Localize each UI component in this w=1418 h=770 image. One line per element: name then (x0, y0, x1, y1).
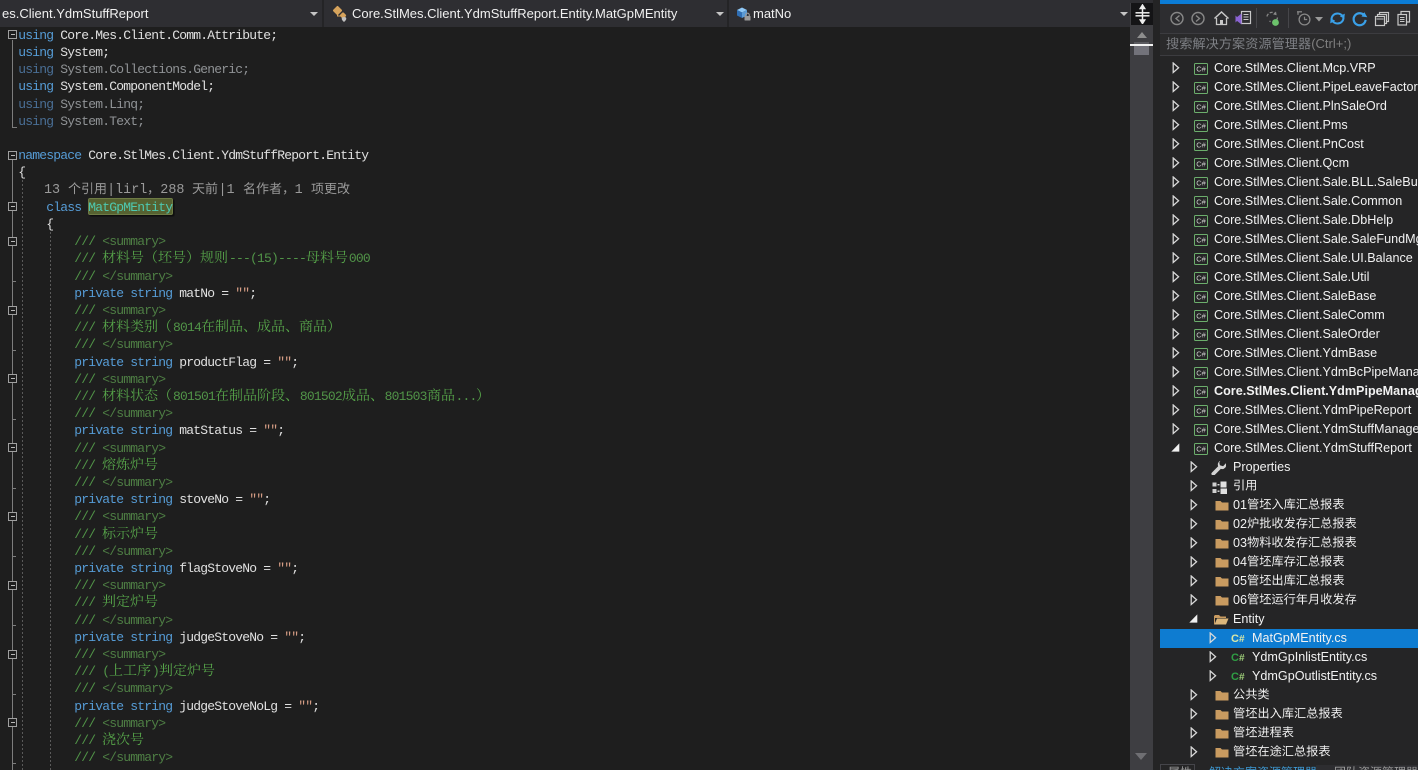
svg-text:C#: C# (1196, 64, 1206, 73)
svg-text:C#: C# (1196, 444, 1206, 453)
svg-text:#: # (1239, 653, 1245, 663)
svg-text:C#: C# (1196, 197, 1206, 206)
svg-text:C#: C# (1196, 159, 1206, 168)
svg-text:C#: C# (1196, 83, 1206, 92)
svg-text:C#: C# (1196, 178, 1206, 187)
svg-text:C#: C# (1196, 140, 1206, 149)
svg-text:C#: C# (1196, 121, 1206, 130)
svg-text:C#: C# (1196, 235, 1206, 244)
svg-text:C#: C# (1196, 311, 1206, 320)
svg-text:C#: C# (1196, 216, 1206, 225)
svg-text:C: C (1231, 652, 1239, 663)
svg-text:C: C (1231, 671, 1239, 682)
svg-text:C: C (1231, 633, 1239, 644)
svg-text:C#: C# (1196, 254, 1206, 263)
svg-text:C#: C# (1196, 368, 1206, 377)
svg-text:#: # (1239, 634, 1245, 644)
svg-text:C#: C# (1196, 292, 1206, 301)
svg-text:C#: C# (1196, 102, 1206, 111)
svg-text:C#: C# (1196, 330, 1206, 339)
svg-text:#: # (1239, 672, 1245, 682)
svg-text:C#: C# (1196, 387, 1206, 396)
svg-text:C#: C# (1196, 406, 1206, 415)
svg-text:C#: C# (1196, 349, 1206, 358)
svg-text:C#: C# (1196, 273, 1206, 282)
svg-text:C#: C# (1196, 425, 1206, 434)
